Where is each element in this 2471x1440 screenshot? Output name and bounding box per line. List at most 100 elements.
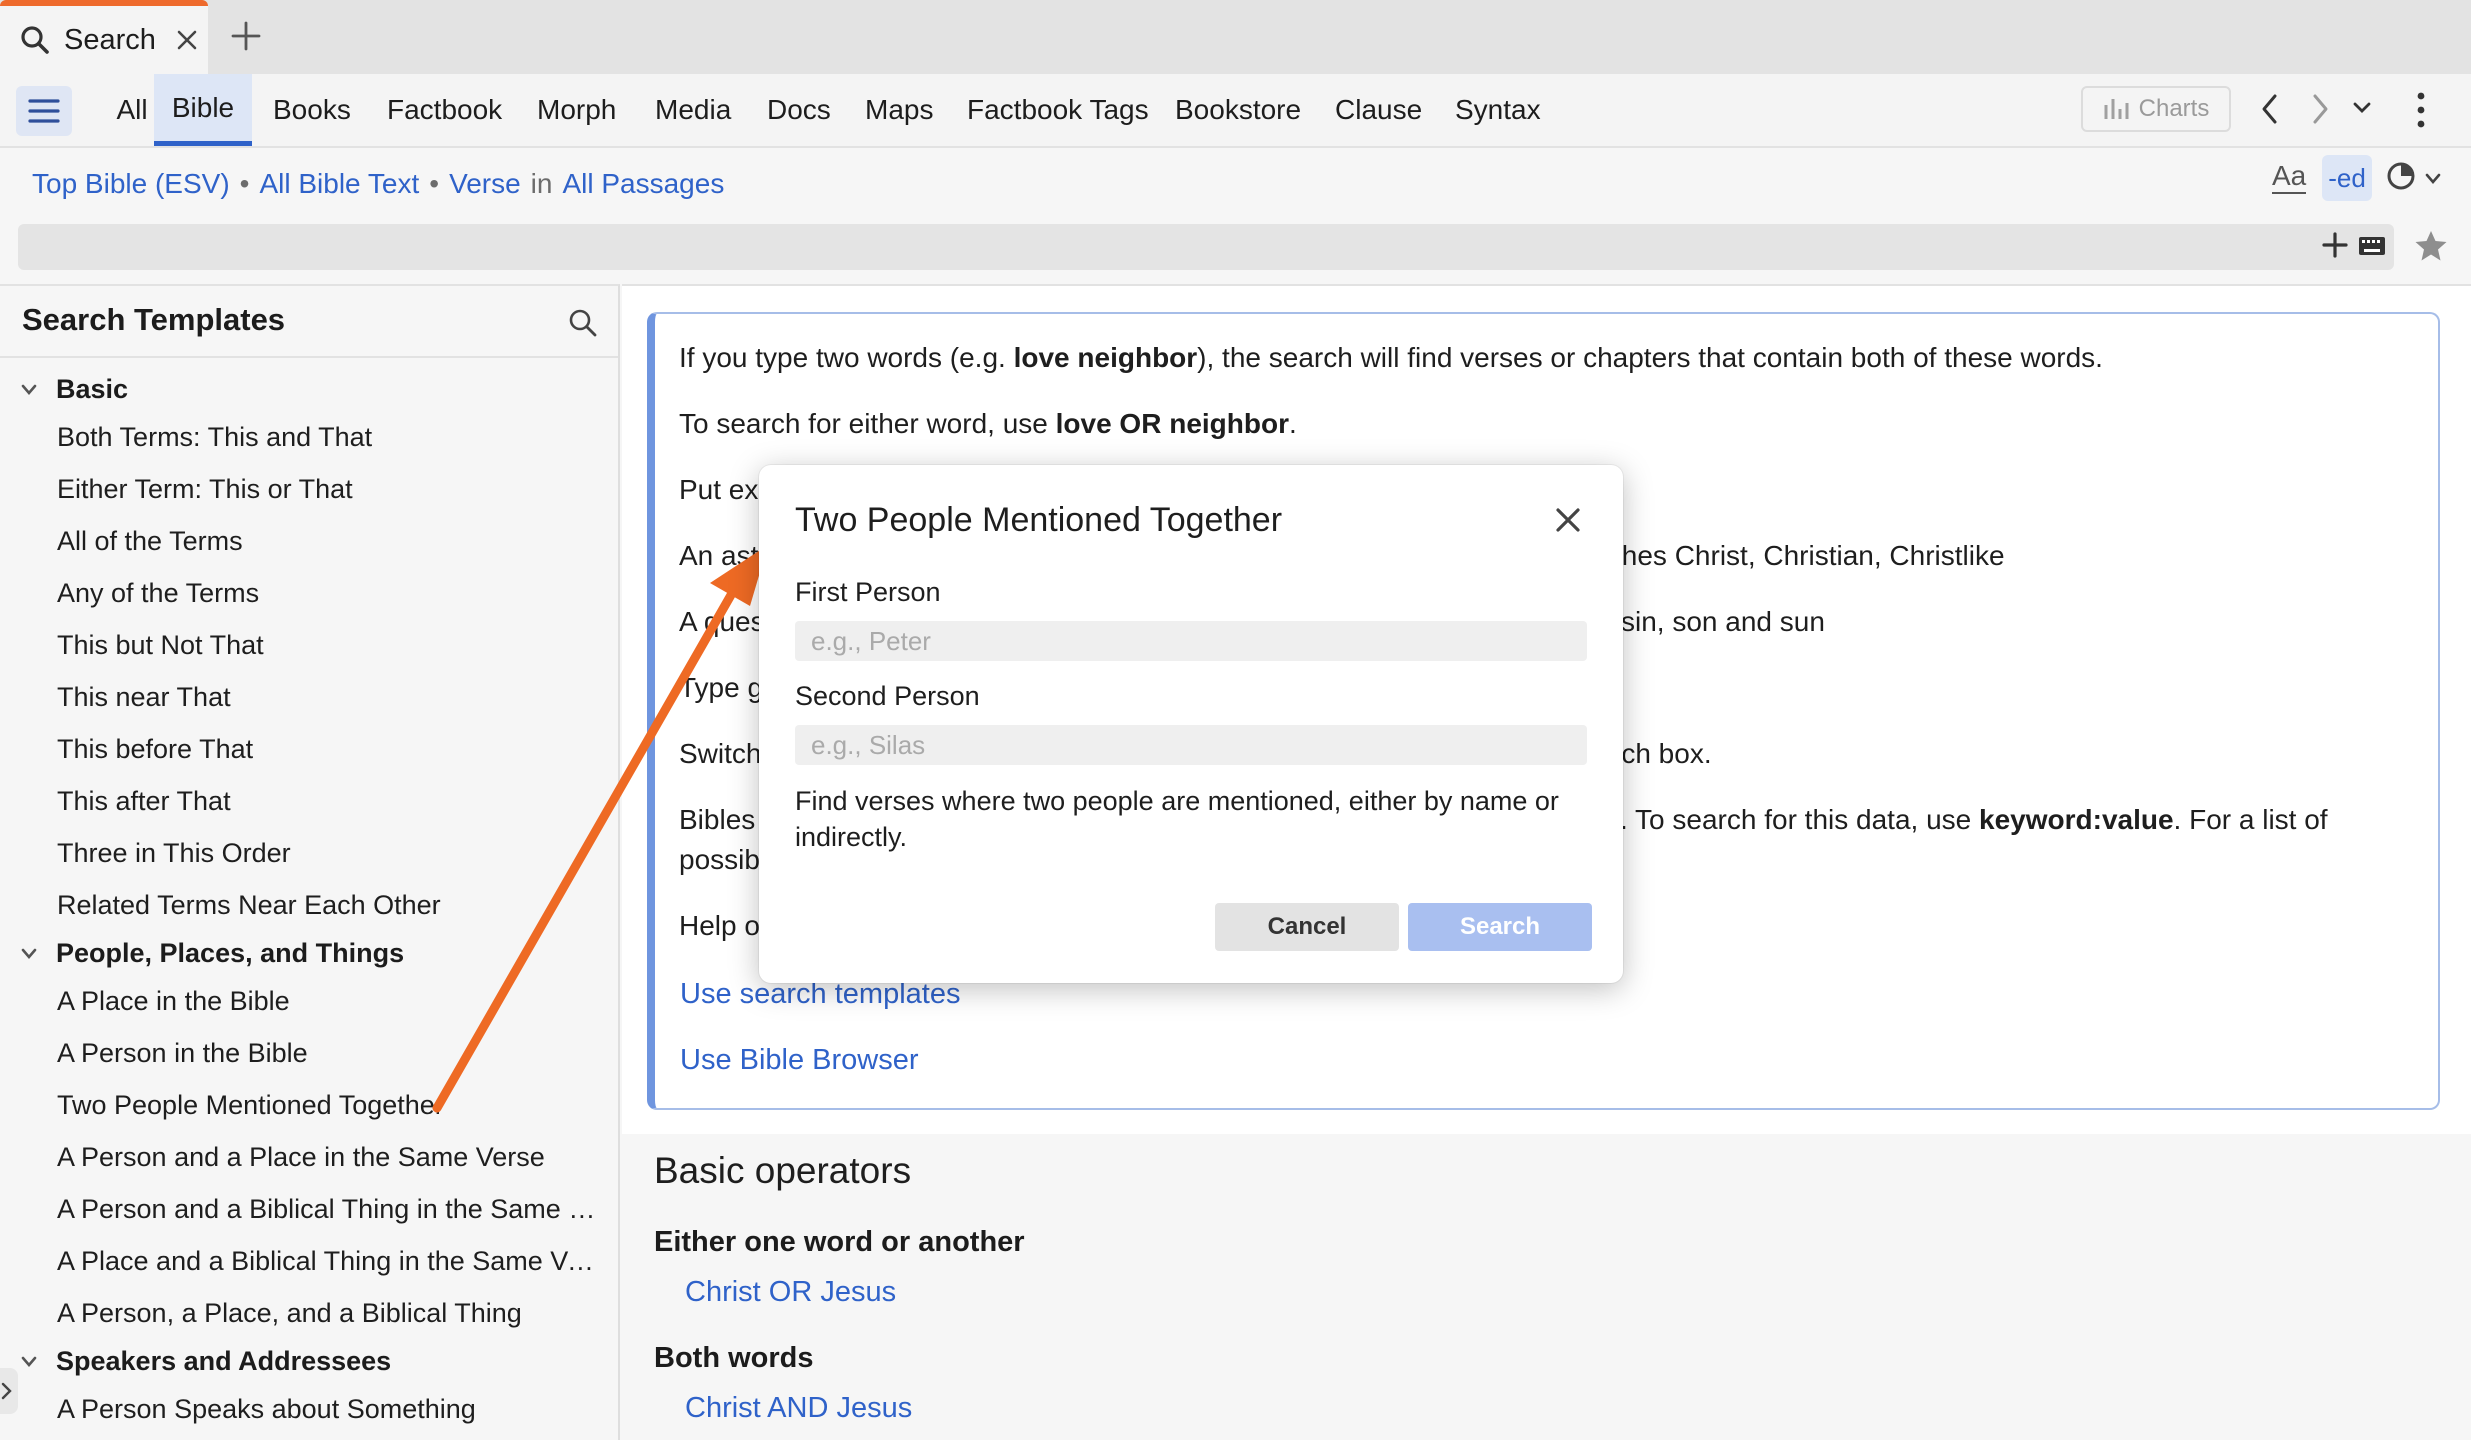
search-scope: Top Bible (ESV) • All Bible Text • Verse… — [32, 168, 725, 200]
toolbar: All Bible Books Factbook Morph Media Doc… — [0, 74, 2471, 148]
help-line: Put ex — [679, 474, 759, 505]
close-icon[interactable] — [1555, 507, 1581, 533]
group-people-places-things[interactable]: People, Places, and Things — [20, 938, 404, 969]
template-item[interactable]: A Place and a Biblical Thing in the Same… — [57, 1246, 602, 1277]
tab-strip: Search — [0, 0, 2471, 74]
group-speakers-addressees[interactable]: Speakers and Addressees — [20, 1346, 391, 1377]
tab-label: Search — [64, 23, 156, 56]
template-item[interactable]: This after That — [57, 786, 231, 817]
template-item[interactable]: A Person and a Place in the Same Verse — [57, 1142, 545, 1173]
template-item[interactable]: A Place in the Bible — [57, 986, 290, 1017]
bar-chart-icon — [2103, 97, 2129, 121]
tab-maps[interactable]: Maps — [865, 74, 933, 146]
search-icon — [20, 25, 50, 55]
dialog-title: Two People Mentioned Together — [795, 501, 1283, 539]
help-line: tches Christ, Christian, Christlike — [1600, 540, 2005, 571]
text-selector[interactable]: All Bible Text — [259, 168, 419, 200]
chevron-down-icon — [20, 383, 38, 397]
back-arrow-icon[interactable] — [2258, 92, 2282, 126]
tab-search[interactable]: Search — [0, 0, 208, 74]
collapse-panel-button[interactable] — [0, 1368, 18, 1414]
tab-morph[interactable]: Morph — [537, 74, 616, 146]
help-line: A ques — [679, 606, 765, 637]
tab-bible[interactable]: Bible — [154, 74, 252, 146]
tab-books[interactable]: Books — [273, 74, 351, 146]
add-icon[interactable] — [2322, 232, 2348, 258]
panel-title: Search Templates — [22, 302, 286, 337]
first-person-input[interactable] — [795, 621, 1587, 661]
tab-clause[interactable]: Clause — [1335, 74, 1422, 146]
chevron-right-icon — [0, 1381, 14, 1401]
tab-factbook[interactable]: Factbook — [387, 74, 502, 146]
template-item[interactable]: All of the Terms — [57, 526, 243, 557]
more-options-icon[interactable] — [2415, 90, 2427, 130]
operators-title: Basic operators — [654, 1150, 912, 1191]
use-bible-browser-link[interactable]: Use Bible Browser — [680, 1044, 919, 1077]
font-options-button[interactable]: Aa — [2272, 160, 2307, 194]
search-icon[interactable] — [568, 308, 598, 338]
scope-in-label: in — [530, 168, 553, 199]
help-line: rch box. — [1612, 738, 1712, 769]
keyboard-icon[interactable] — [2358, 236, 2386, 256]
help-line: Help o — [679, 910, 760, 941]
chevron-down-icon — [20, 1355, 38, 1369]
chevron-down-icon[interactable] — [2352, 100, 2372, 116]
template-item[interactable]: Both Terms: This and That — [57, 422, 372, 453]
star-icon[interactable] — [2414, 230, 2448, 262]
help-line: possib — [679, 844, 760, 875]
template-item[interactable]: Related Terms Near Each Other — [57, 890, 441, 921]
first-person-label: First Person — [795, 577, 941, 607]
second-person-input[interactable] — [795, 725, 1587, 765]
plus-icon[interactable] — [230, 20, 262, 52]
menu-button[interactable] — [16, 86, 72, 136]
tab-bookstore[interactable]: Bookstore — [1175, 74, 1301, 146]
tab-media[interactable]: Media — [655, 74, 731, 146]
visual-filter-icon[interactable] — [2386, 160, 2420, 194]
chevron-down-icon — [20, 947, 38, 961]
help-line: If you type two words (e.g. love neighbo… — [679, 342, 2103, 373]
forward-arrow-icon[interactable] — [2308, 92, 2332, 126]
divider — [0, 356, 618, 358]
tab-syntax[interactable]: Syntax — [1455, 74, 1541, 146]
range-selector[interactable]: All Passages — [562, 168, 724, 200]
unit-selector[interactable]: Verse — [449, 168, 521, 200]
cancel-button[interactable]: Cancel — [1215, 903, 1399, 951]
template-item[interactable]: This but Not That — [57, 630, 264, 661]
close-icon[interactable] — [176, 29, 198, 51]
bible-selector[interactable]: Top Bible (ESV) — [32, 168, 230, 200]
help-line: Switch — [679, 738, 762, 769]
inflections-button[interactable]: -ed — [2322, 155, 2372, 201]
template-item[interactable]: Any of the Terms — [57, 578, 259, 609]
template-item[interactable]: A Person, a Place, and a Biblical Thing — [57, 1298, 522, 1329]
help-line: An ast — [679, 540, 759, 571]
charts-button[interactable]: Charts — [2081, 86, 2231, 132]
search-input[interactable] — [18, 224, 2394, 270]
dialog-description: Find verses where two people are mention… — [795, 786, 1559, 852]
template-item[interactable]: A Person Speaks about Something — [57, 1394, 476, 1425]
help-line: Type g — [679, 672, 764, 703]
tab-factbook-tags[interactable]: Factbook Tags — [967, 74, 1149, 146]
operator-example-link[interactable]: Christ AND Jesus — [685, 1392, 912, 1425]
template-item[interactable]: A Person and a Biblical Thing in the Sam… — [57, 1194, 602, 1225]
search-templates-panel: Search Templates Basic Both Terms: This … — [0, 284, 620, 1440]
operator-heading: Either one word or another — [654, 1226, 1025, 1258]
two-people-dialog: Two People Mentioned Together First Pers… — [759, 465, 1623, 983]
help-line: Bibles — [679, 804, 756, 835]
help-line: . To search for this data, use keyword:v… — [1620, 804, 2328, 835]
template-item[interactable]: Either Term: This or That — [57, 474, 353, 505]
template-item[interactable]: Three in This Order — [57, 838, 291, 869]
tab-docs[interactable]: Docs — [767, 74, 831, 146]
help-line: To search for either word, use love OR n… — [679, 408, 1297, 439]
template-item[interactable]: A Person in the Bible — [57, 1038, 308, 1069]
search-bar — [18, 224, 2394, 270]
template-item[interactable]: This before That — [57, 734, 253, 765]
operator-example-link[interactable]: Christ OR Jesus — [685, 1276, 896, 1309]
search-button[interactable]: Search — [1408, 903, 1592, 951]
second-person-label: Second Person — [795, 681, 980, 711]
help-line: sin, son and sun — [1621, 606, 1825, 637]
template-item-two-people[interactable]: Two People Mentioned Together — [57, 1090, 444, 1121]
chevron-down-icon[interactable] — [2424, 172, 2442, 186]
hamburger-icon — [28, 98, 60, 124]
template-item[interactable]: This near That — [57, 682, 231, 713]
group-basic[interactable]: Basic — [20, 374, 128, 405]
